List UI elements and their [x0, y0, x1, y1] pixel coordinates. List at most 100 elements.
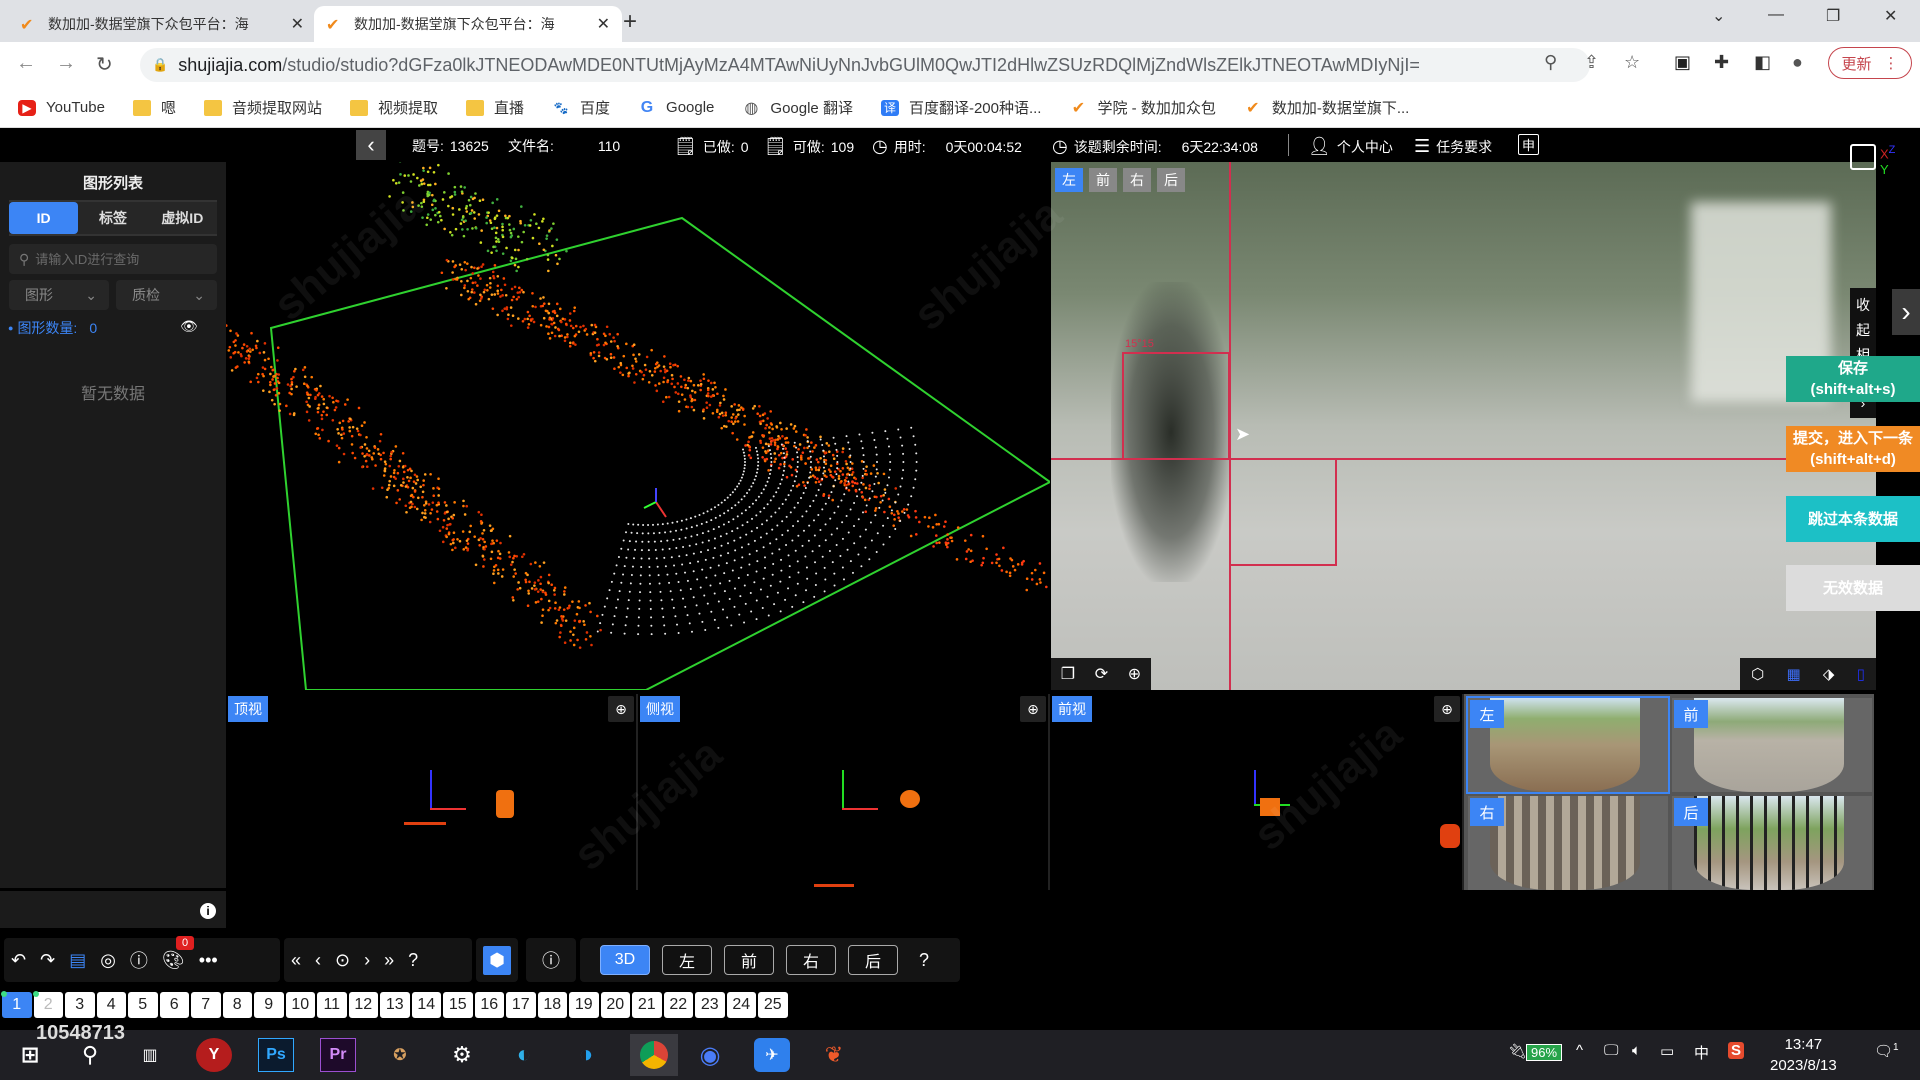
page-1[interactable]: 1 — [1, 991, 32, 1018]
profile-icon[interactable]: ● — [1792, 52, 1803, 73]
page-4[interactable]: 4 — [96, 992, 126, 1018]
camera-tab-front[interactable]: 前 — [1089, 168, 1117, 192]
share-icon[interactable]: ⇪ — [1584, 52, 1599, 73]
alert-icon[interactable]: ⓘ — [123, 947, 155, 973]
page-21[interactable]: 21 — [632, 992, 662, 1018]
palette-icon[interactable]: 🎨︎ — [155, 950, 192, 971]
prev-frame-icon[interactable]: ‹ — [308, 950, 328, 971]
battery-indicator[interactable]: 96% — [1526, 1044, 1563, 1061]
page-10[interactable]: 10 — [285, 992, 315, 1018]
bookmark-item[interactable]: 视频提取 — [349, 97, 438, 118]
projected-box[interactable] — [1122, 352, 1230, 460]
zoom-in-icon[interactable]: ⊕ — [1434, 696, 1460, 722]
page-17[interactable]: 17 — [506, 992, 536, 1018]
bookmark-item[interactable]: 直播 — [466, 97, 524, 118]
last-frame-icon[interactable]: » — [377, 950, 401, 971]
tab-id[interactable]: ID — [9, 202, 79, 234]
top-view-pane[interactable]: 顶视 ⊕ — [226, 694, 638, 890]
shape-filter-select[interactable]: 图形 ⌄ — [9, 280, 109, 310]
page-19[interactable]: 19 — [569, 992, 599, 1018]
photoshop-icon[interactable]: Ps — [258, 1038, 294, 1072]
id-search-input[interactable] — [35, 251, 206, 267]
page-25[interactable]: 25 — [758, 992, 788, 1018]
first-frame-icon[interactable]: « — [284, 950, 308, 971]
tab-search-icon[interactable]: ⌄ — [1712, 6, 1725, 26]
chrome-icon[interactable] — [630, 1034, 678, 1076]
zoom-in-icon[interactable]: ⊕ — [1020, 696, 1046, 722]
info-icon[interactable]: ⓘ — [535, 947, 567, 973]
frame-icon[interactable]: ▯ — [1857, 665, 1865, 683]
next-frame-icon[interactable]: › — [357, 950, 377, 971]
thumbnail-left[interactable]: 左 — [1466, 696, 1670, 794]
page-9[interactable]: 9 — [254, 992, 284, 1018]
more-icon[interactable]: ••• — [192, 950, 225, 971]
view-3d-button[interactable]: 3D — [600, 945, 650, 975]
back-button[interactable]: ‹ — [356, 130, 386, 160]
game-app-icon[interactable]: ✪ — [382, 1038, 418, 1072]
app-blue-icon[interactable]: ◉ — [692, 1038, 728, 1072]
edge-icon[interactable]: ◐ — [506, 1038, 542, 1072]
page-5[interactable]: 5 — [128, 992, 158, 1018]
tab-label[interactable]: 标签 — [78, 202, 147, 234]
update-button[interactable]: 更新 ⋮ — [1828, 47, 1912, 79]
view-left-button[interactable]: 左 — [662, 945, 712, 975]
page-12[interactable]: 12 — [348, 992, 378, 1018]
zoom-in-icon[interactable]: ⊕ — [1128, 664, 1141, 684]
target-icon[interactable]: ◎ — [93, 950, 123, 971]
page-23[interactable]: 23 — [695, 992, 725, 1018]
bookmark-item[interactable]: 🐾 百度 — [552, 97, 611, 118]
skip-button[interactable]: 跳过本条数据 — [1786, 496, 1920, 542]
refresh-icon[interactable]: ⟳ — [1095, 664, 1108, 684]
camera-image-view[interactable]: 15°15 ➤ — [1051, 162, 1876, 690]
sogou-icon[interactable]: S — [1728, 1042, 1745, 1059]
task-requirements-link[interactable]: ☰ 任务要求 — [1414, 136, 1492, 157]
close-tab-icon[interactable]: ✕ — [291, 14, 304, 34]
premiere-icon[interactable]: Pr — [320, 1038, 356, 1072]
copy-icon[interactable]: ❐ — [1061, 664, 1075, 684]
camera-tab-right[interactable]: 右 — [1123, 168, 1151, 192]
close-tab-icon[interactable]: ✕ — [597, 14, 610, 34]
apply-button[interactable]: 申 — [1518, 134, 1540, 155]
fullscreen-icon[interactable] — [1850, 144, 1876, 170]
notifications-icon[interactable]: 🗨︎1 — [1874, 1042, 1899, 1060]
cube-icon[interactable]: ⬡ — [1751, 665, 1764, 683]
front-view-pane[interactable]: 前视 ⊕ — [1050, 694, 1464, 890]
zoom-in-icon[interactable]: ⊕ — [608, 696, 634, 722]
forward-icon[interactable]: → — [56, 52, 76, 75]
reload-icon[interactable]: ↻ — [96, 52, 113, 77]
undo-icon[interactable]: ↶ — [4, 950, 33, 971]
page-18[interactable]: 18 — [537, 992, 567, 1018]
page-2[interactable]: 2 — [32, 991, 63, 1018]
expand-panel-arrow[interactable]: › — [1892, 289, 1920, 335]
minimize-button[interactable]: — — [1768, 6, 1784, 24]
profile-link[interactable]: 👤︎ 个人中心 — [1308, 136, 1393, 157]
play-icon[interactable]: ⊙ — [328, 950, 357, 971]
volume-icon[interactable]: 🔈︎ — [1632, 1042, 1641, 1059]
point-cloud-3d-view[interactable] — [226, 162, 1050, 690]
bookmark-item[interactable]: G Google — [638, 99, 715, 117]
app-orange-icon[interactable]: ❦ — [816, 1038, 852, 1072]
help-icon[interactable]: ? — [912, 950, 936, 971]
side-panel-icon[interactable]: ◧ — [1754, 52, 1771, 73]
back-icon[interactable]: ← — [16, 52, 36, 75]
settings-icon[interactable]: ⚙ — [444, 1038, 480, 1072]
page-14[interactable]: 14 — [411, 992, 441, 1018]
bookmark-item[interactable]: 译百度翻译-200种语... — [880, 97, 1041, 118]
page-6[interactable]: 6 — [159, 992, 189, 1018]
qq-browser-icon[interactable]: ◑ — [568, 1038, 604, 1072]
bookmark-item[interactable]: ◍ Google 翻译 — [742, 97, 853, 118]
projected-box[interactable] — [1229, 458, 1337, 566]
side-view-pane[interactable]: 侧视 ⊕ — [638, 694, 1050, 890]
view-right-button[interactable]: 右 — [786, 945, 836, 975]
app-red-icon[interactable]: Y — [196, 1038, 232, 1072]
bookmark-item[interactable]: ✔ 数加加-数据堂旗下... — [1244, 97, 1409, 118]
page-13[interactable]: 13 — [380, 992, 410, 1018]
invalid-data-button[interactable]: 无效数据 — [1786, 565, 1920, 611]
submit-next-button[interactable]: 提交，进入下一条 (shift+alt+d) — [1786, 426, 1920, 472]
view-front-button[interactable]: 前 — [724, 945, 774, 975]
cube-icon[interactable]: ⬢ — [483, 945, 511, 975]
page-16[interactable]: 16 — [474, 992, 504, 1018]
ime-indicator[interactable]: 中 — [1694, 1042, 1709, 1063]
page-15[interactable]: 15 — [443, 992, 473, 1018]
extension-icon[interactable]: ▣ — [1674, 52, 1691, 73]
